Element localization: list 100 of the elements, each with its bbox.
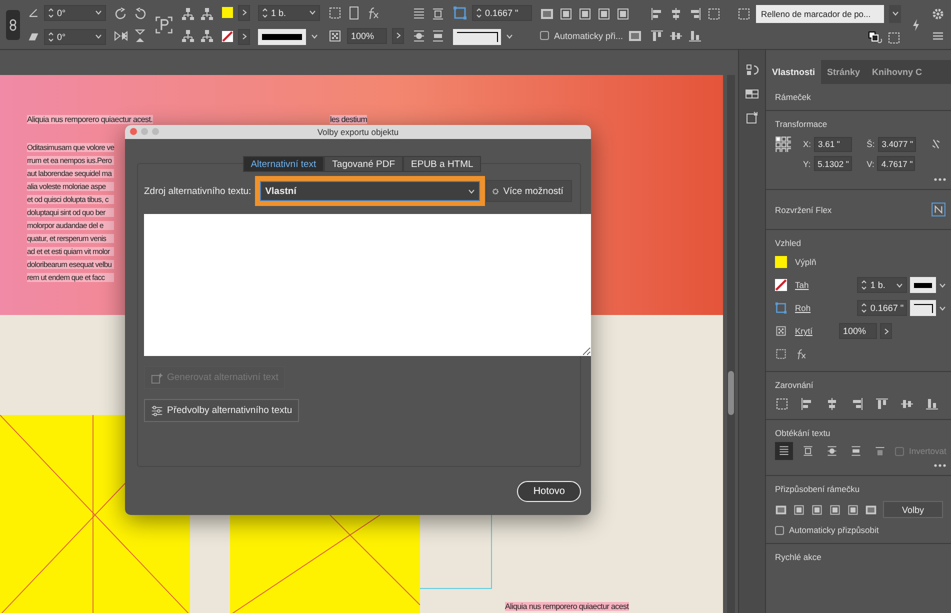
hierarchy-icon xyxy=(181,6,195,20)
parallelogram-icon xyxy=(28,31,39,42)
flip-horizontal-icon xyxy=(114,28,128,42)
frame-corners-icon xyxy=(155,16,173,34)
stepper-icon[interactable] xyxy=(262,6,268,18)
done-button[interactable]: Hotovo xyxy=(517,481,581,502)
dropdown-caret-icon xyxy=(468,188,476,194)
corner-size-field[interactable]: 0.1667 " xyxy=(857,300,908,316)
text-wrap-option[interactable] xyxy=(775,442,793,460)
stroke-none-swatch[interactable] xyxy=(222,31,233,42)
dialog-title: Volby exportu objektu xyxy=(317,127,399,137)
dropdown-caret-icon xyxy=(309,10,316,15)
dialog-tab[interactable]: Tagované PDF xyxy=(324,156,404,172)
alt-text-field[interactable] xyxy=(144,214,591,356)
dialog-tab[interactable]: EPUB a HTML xyxy=(403,156,482,172)
rotation-angle-field[interactable]: 0° xyxy=(44,4,106,20)
constrain-link-button[interactable] xyxy=(6,10,20,40)
alt-text-presets-button[interactable]: Předvolby alternativního textu xyxy=(144,399,300,422)
fit-icon xyxy=(578,6,592,20)
field-label: Š: xyxy=(866,139,875,149)
stroke-none-swatch[interactable] xyxy=(775,279,787,291)
opacity-menu-button[interactable] xyxy=(392,28,404,44)
caption-text: Aliquia nus remporero quiaectur acest xyxy=(505,602,629,611)
more-options-icon[interactable] xyxy=(934,178,946,181)
opacity-label[interactable]: Krytí xyxy=(795,326,831,336)
transform-field[interactable]: 5.1302 " xyxy=(814,156,852,171)
corner-label[interactable]: Roh xyxy=(795,303,831,313)
object-style-dropdown[interactable]: Relleno de marcador de po... xyxy=(756,4,884,22)
fit-icon xyxy=(616,6,630,20)
section-title: Vzhled xyxy=(775,238,802,248)
text-wrap-icon xyxy=(850,445,862,457)
source-dropdown[interactable]: Vlastní xyxy=(260,181,480,201)
section-title: Rámeček xyxy=(775,92,812,102)
fit-icon xyxy=(559,6,573,20)
frame-icon xyxy=(328,6,342,20)
flex-layout-icon xyxy=(931,202,946,217)
stepper-icon[interactable] xyxy=(48,6,54,18)
corner-size-field[interactable]: 0.1667 " xyxy=(472,4,532,20)
corner-shape-preview[interactable] xyxy=(910,300,936,316)
unlinked-icon xyxy=(930,138,942,150)
transform-field[interactable]: 3.4077 " xyxy=(878,136,916,152)
corner-shape-preview[interactable] xyxy=(453,28,501,44)
stepper-icon[interactable] xyxy=(48,30,54,42)
stroke-menu-button[interactable] xyxy=(238,28,250,44)
stroke-weight-field[interactable]: 1 b. xyxy=(857,277,908,293)
opacity-field[interactable]: 100% xyxy=(839,323,877,339)
options-button[interactable]: Volby xyxy=(883,501,944,518)
stroke-weight-field[interactable]: 1 b. xyxy=(258,4,320,20)
stroke-style-preview[interactable] xyxy=(910,277,936,293)
grid-icon xyxy=(745,87,759,101)
fit-icon xyxy=(775,504,787,516)
align-left-icon xyxy=(800,397,814,411)
stepper-icon[interactable] xyxy=(861,279,868,291)
stepper-icon[interactable] xyxy=(476,6,482,18)
panel-tab[interactable]: Knihovny C xyxy=(866,60,928,84)
corner-icon xyxy=(453,6,467,20)
dropdown-caret-icon xyxy=(896,282,904,288)
hierarchy-icon xyxy=(200,6,214,20)
align-bottom-icon xyxy=(688,28,702,42)
effects-icon xyxy=(795,348,807,360)
panel-tab[interactable]: Stránky xyxy=(821,60,866,84)
dropdown-caret-icon xyxy=(506,34,513,39)
opacity-menu-button[interactable] xyxy=(880,323,892,339)
panel-tab[interactable]: Vlastnosti xyxy=(766,60,822,84)
vertical-scrollbar[interactable] xyxy=(727,75,735,613)
fit-icon xyxy=(811,504,823,516)
fit-icon xyxy=(847,504,859,516)
stroke-style-preview[interactable] xyxy=(258,28,306,44)
fill-menu-button[interactable] xyxy=(238,4,250,20)
frame-icon xyxy=(775,348,787,360)
field-label: Y: xyxy=(803,158,811,168)
stroke-label[interactable]: Tah xyxy=(795,280,831,290)
shear-angle-field[interactable]: 0° xyxy=(44,28,106,44)
text-wrap-icon xyxy=(412,28,426,42)
settings-icon xyxy=(491,186,500,196)
fill-swatch[interactable] xyxy=(222,7,233,18)
stepper-icon[interactable] xyxy=(861,302,868,314)
align-right-icon xyxy=(850,397,864,411)
fit-icon xyxy=(540,6,554,20)
fit-icon xyxy=(865,504,877,516)
fit-icon xyxy=(793,504,805,516)
opacity-icon xyxy=(328,28,342,42)
page-icon xyxy=(347,6,361,20)
auto-fit-checkbox[interactable]: Automaticky přizpůsobit xyxy=(775,525,946,535)
more-options-button[interactable]: Více možností xyxy=(486,180,572,202)
opacity-field[interactable]: 100% xyxy=(347,28,387,44)
transform-field[interactable]: 4.7617 " xyxy=(877,156,916,171)
export-icon xyxy=(745,111,759,125)
dropdown-caret-icon xyxy=(892,11,898,16)
text-wrap-icon xyxy=(874,445,886,457)
transform-field[interactable]: 3.61 " xyxy=(814,136,852,152)
section-title: Rozvržení Flex xyxy=(775,204,832,214)
dialog-tab[interactable]: Alternativní text xyxy=(242,156,324,172)
chevron-right-icon xyxy=(242,33,246,40)
settings-icon xyxy=(931,6,945,20)
text-wrap-icon xyxy=(431,6,445,20)
more-options-icon[interactable] xyxy=(934,464,946,467)
align-top-icon xyxy=(875,397,889,411)
fill-swatch[interactable] xyxy=(775,256,787,268)
auto-fit-checkbox[interactable]: Automaticky při... xyxy=(540,28,642,42)
